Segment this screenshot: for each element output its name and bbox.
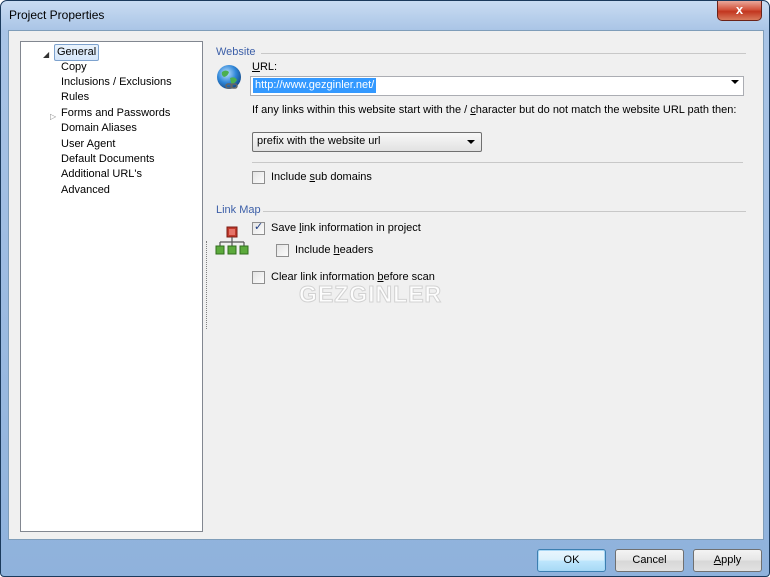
url-label-accesskey: U <box>252 61 260 73</box>
website-section-label: Website <box>216 46 256 58</box>
collapsed-arrow-icon[interactable]: ▷ <box>50 109 56 124</box>
label-prefix: Include <box>295 244 334 256</box>
save-link-info-box[interactable]: ✓ <box>252 221 265 235</box>
label-suffix: eaders <box>339 244 374 256</box>
label-suffix: ink information in project <box>301 222 421 234</box>
website-section-divider <box>261 53 746 54</box>
expanded-arrow-icon[interactable]: ◢ <box>43 47 49 62</box>
url-label: URL: <box>252 61 277 73</box>
hint-prefix: If any links within this website start w… <box>252 104 471 116</box>
splitter-grip[interactable] <box>206 241 207 329</box>
select-arrow-icon <box>467 140 475 144</box>
label-suffix: ub domains <box>315 171 372 183</box>
tree-item-general[interactable]: General <box>54 44 100 61</box>
hint-suffix: haracter but do not match the website UR… <box>475 104 737 116</box>
include-subdomains-label[interactable]: Include sub domains <box>271 171 372 184</box>
tree-item-user-agent[interactable]: User Agent <box>61 137 115 152</box>
path-mismatch-hint: If any links within this website start w… <box>252 104 736 116</box>
label-prefix: Save <box>271 222 300 234</box>
tree-item-inclusions-exclusions[interactable]: Inclusions / Exclusions <box>61 75 172 90</box>
link-map-section-label: Link Map <box>216 204 261 216</box>
include-headers-label[interactable]: Include headers <box>295 244 373 257</box>
apply-accesskey: A <box>713 554 722 566</box>
url-dropdown-arrow-icon[interactable] <box>731 80 739 84</box>
tree-item-additional-urls[interactable]: Additional URL's <box>61 167 142 182</box>
ok-button[interactable]: OK <box>537 549 606 572</box>
include-subdomains-box[interactable] <box>252 171 265 184</box>
settings-tree[interactable]: ◢ General Copy Inclusions / Exclusions R… <box>20 41 203 532</box>
watermark-logo: GEZGINLER <box>298 281 443 308</box>
apply-label-rest: pply <box>721 554 742 566</box>
dialog-body: ◢ General Copy Inclusions / Exclusions R… <box>8 30 764 540</box>
link-map-section-divider <box>263 211 746 212</box>
project-properties-window: Project Properties x ◢ General Copy Incl… <box>0 0 770 577</box>
save-link-info-label[interactable]: Save link information in project <box>271 222 421 235</box>
close-icon: x <box>735 2 744 17</box>
tree-item-domain-aliases[interactable]: Domain Aliases <box>61 121 137 136</box>
tree-item-forms-and-passwords[interactable]: Forms and Passwords <box>61 106 170 121</box>
checkmark-icon: ✓ <box>254 221 264 233</box>
window-title: Project Properties <box>9 8 105 22</box>
include-headers-box[interactable] <box>276 244 289 257</box>
label-prefix: Include <box>271 171 310 183</box>
sitemap-icon <box>215 226 249 255</box>
tree-item-copy[interactable]: Copy <box>61 60 87 75</box>
title-bar[interactable]: Project Properties x <box>1 1 769 30</box>
mismatch-action-value: prefix with the website url <box>257 135 381 147</box>
clear-link-info-box[interactable] <box>252 271 265 284</box>
website-inner-divider <box>252 162 743 163</box>
url-input-value[interactable]: http://www.gezginler.net/ <box>253 78 377 93</box>
close-button[interactable]: x <box>717 1 762 21</box>
cancel-button[interactable]: Cancel <box>615 549 684 572</box>
tree-item-rules[interactable]: Rules <box>61 90 89 105</box>
tree-item-default-documents[interactable]: Default Documents <box>61 152 155 167</box>
apply-button[interactable]: Apply <box>693 549 762 572</box>
globe-link-icon <box>217 65 241 89</box>
url-label-suffix: RL: <box>259 61 278 73</box>
mismatch-action-select[interactable]: prefix with the website url <box>252 132 482 152</box>
url-combobox[interactable]: http://www.gezginler.net/ <box>250 76 744 96</box>
tree-item-advanced[interactable]: Advanced <box>61 183 110 198</box>
